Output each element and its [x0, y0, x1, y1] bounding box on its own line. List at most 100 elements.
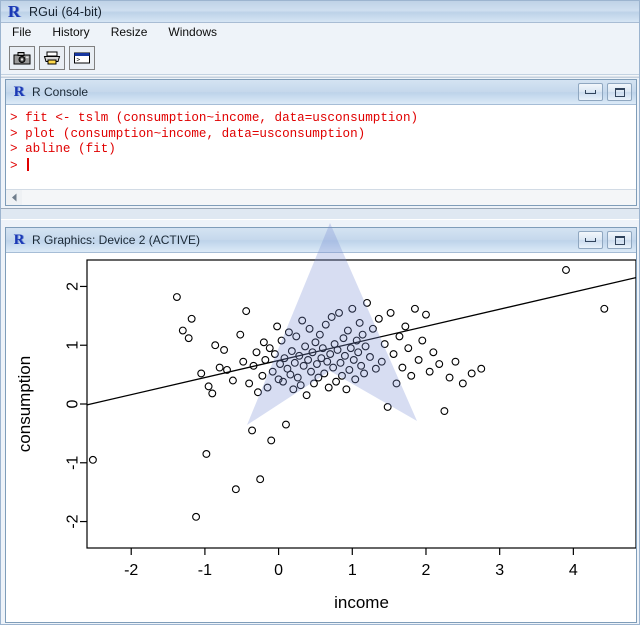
- data-point: [302, 391, 311, 400]
- data-point: [383, 402, 392, 411]
- toolbar-divider: [1, 75, 639, 78]
- data-point: [236, 330, 245, 339]
- data-point: [307, 367, 315, 376]
- data-point: [252, 348, 261, 357]
- data-point: [204, 382, 213, 391]
- minimize-icon: [585, 90, 596, 94]
- console-window-controls: [578, 83, 632, 101]
- x-axis-tick-label: 2: [422, 562, 431, 579]
- r-logo-icon: R: [7, 1, 21, 21]
- data-point: [245, 379, 254, 388]
- data-point: [395, 332, 404, 341]
- data-point: [360, 369, 369, 378]
- graphics-minimize-button[interactable]: [578, 231, 603, 249]
- console-line: > abline (fit): [10, 142, 116, 156]
- data-point: [320, 369, 329, 378]
- console-horizontal-scrollbar[interactable]: [6, 189, 636, 205]
- data-point: [273, 322, 282, 331]
- data-point: [178, 326, 187, 335]
- y-axis-tick-label: -1: [65, 456, 82, 470]
- data-point: [335, 308, 343, 317]
- data-point: [368, 324, 377, 333]
- data-point: [310, 379, 318, 388]
- menu-item-history[interactable]: History: [47, 24, 99, 40]
- scrollbar-track[interactable]: [22, 190, 636, 205]
- data-point: [445, 373, 454, 382]
- data-point: [293, 373, 302, 382]
- console-maximize-button[interactable]: [607, 83, 632, 101]
- data-point: [299, 361, 308, 370]
- copy-to-clipboard-button[interactable]: [9, 45, 35, 70]
- data-point: [401, 322, 410, 331]
- show-console-button[interactable]: >: [69, 45, 95, 70]
- data-point: [440, 407, 449, 416]
- data-point: [305, 324, 314, 333]
- rgui-main-window: R RGui (64-bit) File History Resize Wind…: [0, 0, 640, 625]
- data-point: [404, 344, 413, 353]
- console-prompt-line: >: [10, 157, 632, 175]
- data-point: [389, 350, 398, 358]
- data-point: [286, 370, 295, 379]
- data-point: [231, 485, 240, 494]
- data-point: [321, 320, 330, 329]
- data-point: [366, 353, 374, 361]
- graphics-maximize-button[interactable]: [607, 231, 632, 249]
- menu-item-windows[interactable]: Windows: [163, 24, 227, 40]
- data-point: [329, 363, 338, 372]
- y-axis-label: consumption: [15, 356, 34, 452]
- data-point: [327, 313, 336, 321]
- data-point: [357, 361, 366, 370]
- data-point: [332, 377, 341, 386]
- data-point: [202, 450, 211, 458]
- scroll-left-arrow-icon[interactable]: [6, 190, 22, 205]
- menu-item-file[interactable]: File: [7, 24, 41, 40]
- data-point: [242, 307, 251, 316]
- x-axis-tick-label: -1: [198, 562, 212, 579]
- r-logo-icon: R: [13, 232, 25, 248]
- data-point: [346, 344, 355, 353]
- svg-text:>: >: [77, 56, 81, 63]
- r-graphics-window: R R Graphics: Device 2 (ACTIVE) -2 -1 0 1 2 3…: [5, 227, 637, 623]
- data-point: [407, 371, 416, 380]
- regression-line: [86, 276, 636, 406]
- console-minimize-button[interactable]: [578, 83, 603, 101]
- data-point: [458, 379, 467, 388]
- data-point: [324, 383, 333, 392]
- data-point: [208, 389, 217, 398]
- data-point: [361, 342, 370, 351]
- maximize-icon: [614, 87, 625, 97]
- scatter-plot: -2 -1 0 1 2 3 4 -2 -1 0 1 2 income consumption: [15, 259, 636, 612]
- console-output-area[interactable]: > fit <- tslm (consumption~income, data=…: [6, 105, 636, 190]
- data-point: [371, 364, 380, 373]
- data-point: [355, 318, 364, 327]
- data-point: [342, 385, 351, 394]
- data-point: [315, 330, 324, 339]
- graphics-window-title: R Graphics: Device 2 (ACTIVE): [32, 233, 201, 247]
- console-prompt: >: [10, 158, 26, 173]
- x-axis-tick-label: -2: [124, 562, 138, 579]
- data-point: [292, 332, 301, 341]
- data-point: [386, 308, 395, 317]
- data-point: [88, 455, 97, 464]
- window-title: RGui (64-bit): [29, 4, 102, 19]
- data-point: [211, 341, 220, 350]
- data-point: [410, 304, 419, 313]
- data-point: [338, 371, 346, 380]
- data-point: [451, 357, 460, 366]
- data-point: [323, 357, 332, 366]
- data-point: [263, 383, 272, 392]
- graphics-window-controls: [578, 231, 632, 249]
- data-point: [256, 475, 265, 484]
- menu-item-resize[interactable]: Resize: [106, 24, 158, 40]
- data-point: [339, 334, 348, 343]
- data-point: [345, 365, 354, 374]
- data-point: [374, 314, 383, 323]
- print-button[interactable]: [39, 45, 65, 70]
- data-point: [220, 345, 229, 354]
- x-axis-tick-label: 3: [495, 562, 504, 579]
- data-point: [267, 436, 276, 445]
- data-point: [340, 351, 349, 360]
- data-point: [265, 344, 274, 353]
- console-line: > plot (consumption~income, data=usconsu…: [10, 126, 366, 141]
- data-point: [296, 381, 305, 390]
